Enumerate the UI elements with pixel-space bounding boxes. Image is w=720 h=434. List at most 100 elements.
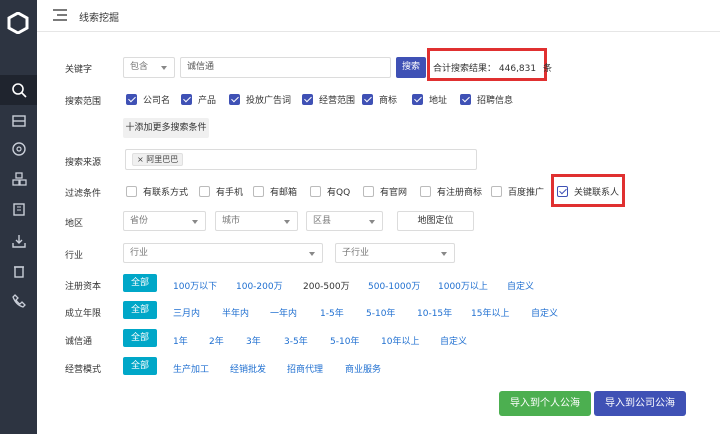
scope-option[interactable]: 产品 bbox=[181, 93, 216, 106]
import-company-pool-button[interactable]: 导入到公司公海 bbox=[594, 391, 686, 416]
checkbox-checked-icon[interactable] bbox=[460, 94, 471, 105]
checkbox-icon[interactable] bbox=[199, 186, 210, 197]
filter-option-label: 有QQ bbox=[327, 188, 351, 198]
filter-option[interactable]: 有官网 bbox=[363, 185, 407, 198]
business-mode-option-all[interactable]: 全部 bbox=[123, 357, 157, 375]
search-button[interactable]: 搜索 bbox=[396, 57, 426, 78]
established-option[interactable]: 自定义 bbox=[531, 306, 558, 319]
capital-option[interactable]: 500-1000万 bbox=[368, 279, 420, 292]
result-count: 合计搜索结果： 446,831 条 bbox=[433, 61, 552, 74]
filter-option-label: 有邮箱 bbox=[270, 188, 298, 198]
industry-label: 行业 bbox=[65, 251, 84, 261]
scope-option-label: 商标 bbox=[379, 96, 398, 106]
sub-industry-select[interactable]: 子行业 bbox=[335, 243, 455, 263]
nav-phone-icon[interactable] bbox=[0, 286, 37, 316]
keyword-input[interactable]: 诚信通 bbox=[180, 57, 391, 78]
menu-toggle-icon[interactable] bbox=[53, 9, 67, 21]
checkbox-checked-icon[interactable] bbox=[126, 94, 137, 105]
nav-trash-icon[interactable] bbox=[0, 256, 37, 286]
chengxintong-label: 诚信通 bbox=[65, 337, 93, 347]
capital-option[interactable]: 100-200万 bbox=[236, 279, 283, 292]
filter-option-label: 有联系方式 bbox=[143, 188, 189, 198]
filter-option[interactable]: 有QQ bbox=[310, 185, 350, 198]
result-prefix: 合计搜索结果： bbox=[433, 64, 497, 74]
result-number: 446,831 bbox=[498, 64, 537, 74]
established-option[interactable]: 一年内 bbox=[270, 306, 297, 319]
established-option[interactable]: 10-15年 bbox=[417, 306, 452, 319]
scope-option-label: 投放广告词 bbox=[246, 96, 292, 106]
region-label: 地区 bbox=[65, 219, 84, 229]
checkbox-checked-icon[interactable] bbox=[302, 94, 313, 105]
import-personal-pool-button[interactable]: 导入到个人公海 bbox=[499, 391, 591, 416]
filter-option-label: 有注册商标 bbox=[437, 188, 483, 198]
source-label: 搜索来源 bbox=[65, 158, 102, 168]
business-mode-option[interactable]: 经销批发 bbox=[230, 362, 266, 375]
filters-label: 过滤条件 bbox=[65, 189, 102, 199]
page-title: 线索挖掘 bbox=[79, 13, 119, 24]
filter-option[interactable]: 有手机 bbox=[199, 185, 243, 198]
industry-select[interactable]: 行业 bbox=[123, 243, 323, 263]
nav-building-icon[interactable] bbox=[0, 194, 37, 224]
nav-search-icon[interactable] bbox=[0, 75, 37, 105]
city-select[interactable]: 城市 bbox=[215, 211, 298, 231]
top-bar: 线索挖掘 bbox=[37, 0, 720, 32]
capital-option[interactable]: 自定义 bbox=[507, 279, 534, 292]
checkbox-icon[interactable] bbox=[491, 186, 502, 197]
established-option[interactable]: 15年以上 bbox=[471, 306, 509, 319]
established-option[interactable]: 5-10年 bbox=[366, 306, 395, 319]
established-option-all[interactable]: 全部 bbox=[123, 301, 157, 319]
chengxintong-option[interactable]: 3-5年 bbox=[284, 334, 308, 347]
established-option[interactable]: 三月内 bbox=[173, 306, 200, 319]
scope-option-label: 公司名 bbox=[143, 96, 171, 106]
checkbox-checked-icon[interactable] bbox=[412, 94, 423, 105]
capital-option[interactable]: 100万以下 bbox=[173, 279, 217, 292]
capital-option-all[interactable]: 全部 bbox=[123, 274, 157, 292]
checkbox-icon[interactable] bbox=[420, 186, 431, 197]
business-mode-option[interactable]: 商业服务 bbox=[345, 362, 381, 375]
filter-option[interactable]: 有邮箱 bbox=[253, 185, 297, 198]
chevron-down-icon bbox=[192, 220, 198, 224]
established-option[interactable]: 1-5年 bbox=[320, 306, 344, 319]
source-tag[interactable]: × 阿里巴巴 bbox=[132, 153, 184, 166]
nav-boxes-icon[interactable] bbox=[0, 164, 37, 194]
chevron-down-icon bbox=[309, 252, 315, 256]
chengxintong-option[interactable]: 10年以上 bbox=[381, 334, 419, 347]
checkbox-icon[interactable] bbox=[126, 186, 137, 197]
app-logo-icon bbox=[7, 12, 29, 34]
add-more-conditions-button[interactable]: 十添加更多搜索条件 bbox=[123, 118, 209, 138]
scope-option[interactable]: 经营范围 bbox=[302, 93, 355, 106]
province-select[interactable]: 省份 bbox=[123, 211, 206, 231]
source-tag-input[interactable]: × 阿里巴巴 bbox=[125, 149, 477, 170]
nav-inbox-icon[interactable] bbox=[0, 106, 37, 136]
capital-option[interactable]: 200-500万 bbox=[303, 279, 350, 292]
checkbox-checked-icon[interactable] bbox=[362, 94, 373, 105]
established-option[interactable]: 半年内 bbox=[222, 306, 249, 319]
keyword-mode-select[interactable]: 包含 bbox=[123, 57, 175, 78]
scope-option[interactable]: 投放广告词 bbox=[229, 93, 291, 106]
scope-option[interactable]: 商标 bbox=[362, 93, 397, 106]
chengxintong-option[interactable]: 自定义 bbox=[440, 334, 467, 347]
chengxintong-option-all[interactable]: 全部 bbox=[123, 329, 157, 347]
district-select[interactable]: 区县 bbox=[306, 211, 383, 231]
nav-aperture-icon[interactable] bbox=[0, 134, 37, 164]
chengxintong-option[interactable]: 2年 bbox=[209, 334, 224, 347]
chengxintong-option[interactable]: 5-10年 bbox=[330, 334, 359, 347]
scope-option[interactable]: 公司名 bbox=[126, 93, 170, 106]
scope-option[interactable]: 招聘信息 bbox=[460, 93, 513, 106]
checkbox-checked-icon[interactable] bbox=[181, 94, 192, 105]
checkbox-checked-icon[interactable] bbox=[229, 94, 240, 105]
checkbox-icon[interactable] bbox=[363, 186, 374, 197]
checkbox-icon[interactable] bbox=[253, 186, 264, 197]
scope-option[interactable]: 地址 bbox=[412, 93, 447, 106]
chengxintong-option[interactable]: 3年 bbox=[246, 334, 261, 347]
business-mode-option[interactable]: 生产加工 bbox=[173, 362, 209, 375]
capital-option[interactable]: 1000万以上 bbox=[438, 279, 488, 292]
map-locate-button[interactable]: 地图定位 bbox=[397, 211, 474, 231]
filter-option[interactable]: 有联系方式 bbox=[126, 185, 188, 198]
filter-option[interactable]: 有注册商标 bbox=[420, 185, 482, 198]
chengxintong-option[interactable]: 1年 bbox=[173, 334, 188, 347]
filter-option[interactable]: 百度推广 bbox=[491, 185, 544, 198]
checkbox-icon[interactable] bbox=[310, 186, 321, 197]
business-mode-option[interactable]: 招商代理 bbox=[287, 362, 323, 375]
nav-download-icon[interactable] bbox=[0, 226, 37, 256]
